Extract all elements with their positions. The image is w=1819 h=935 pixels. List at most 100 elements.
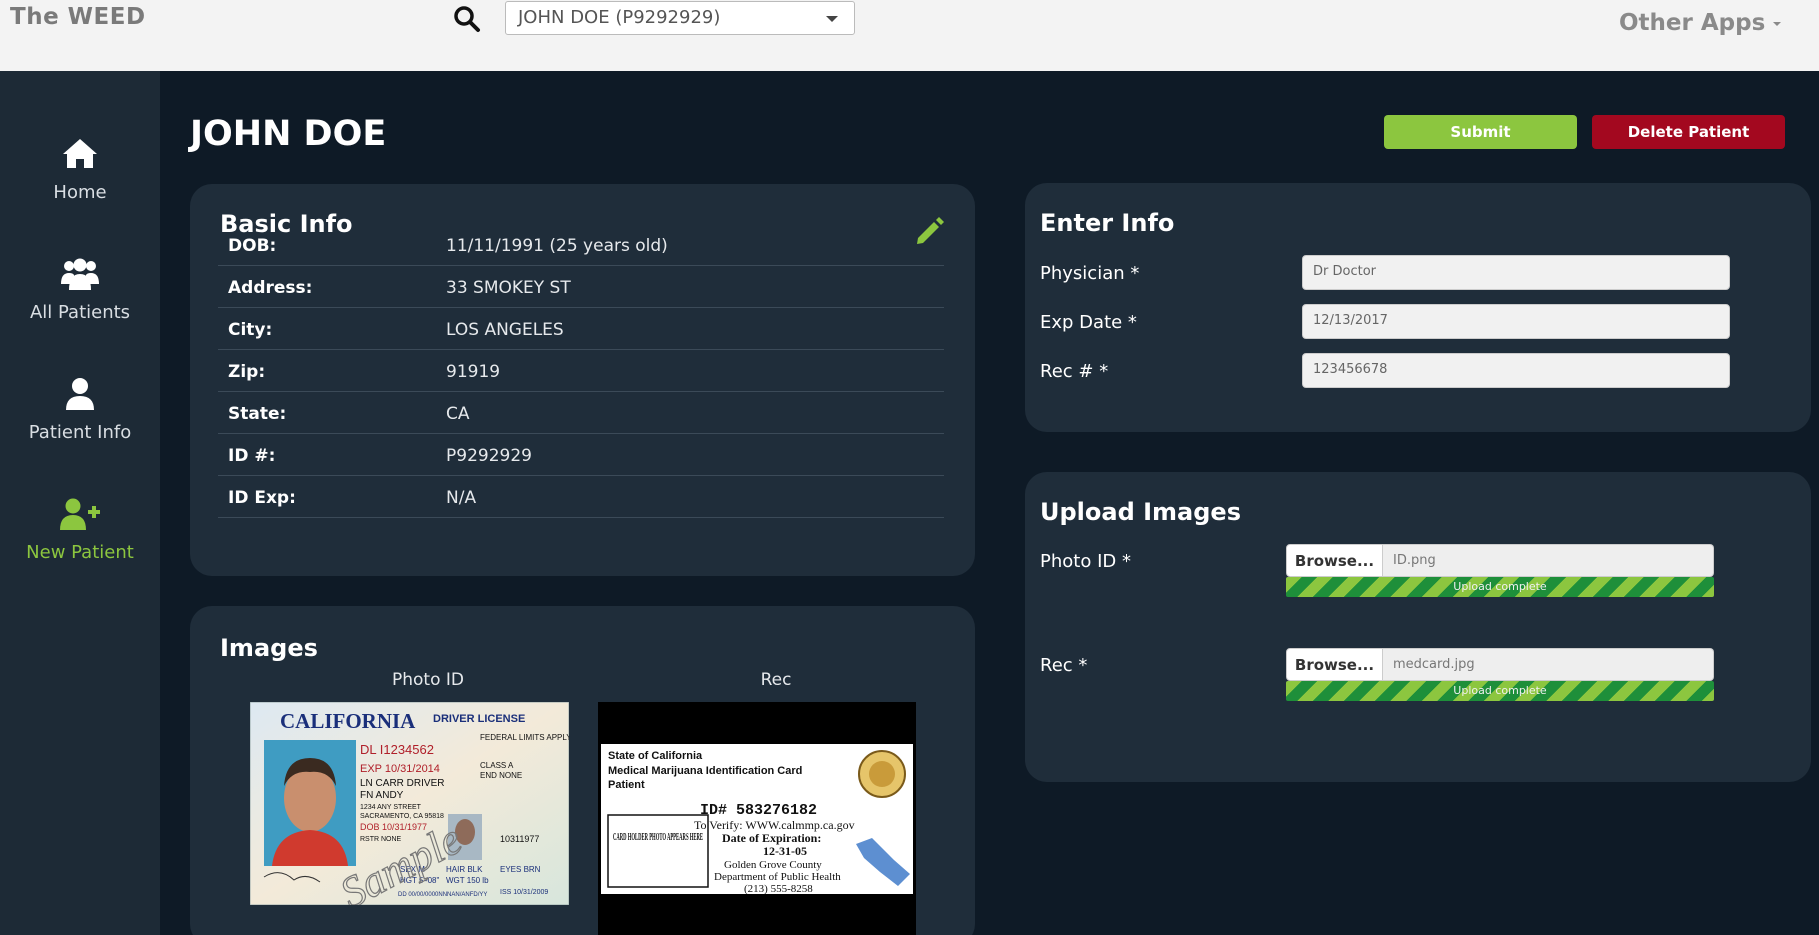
enter-info-title: Enter Info — [1040, 209, 1175, 237]
medcard-state: State of California — [608, 750, 703, 762]
medcard-dept: Department of Public Health — [714, 871, 841, 883]
license-dl: DL I1234562 — [360, 742, 434, 757]
medcard-verify: To Verify: WWW.calmmp.ca.gov — [694, 818, 855, 832]
caret-down-icon — [1773, 21, 1782, 26]
photo-id-file-input[interactable]: Browse... ID.png — [1286, 544, 1714, 577]
exp-date-field[interactable]: 12/13/2017 — [1302, 304, 1730, 339]
rec-file-input[interactable]: Browse... medcard.jpg — [1286, 648, 1714, 681]
sidebar-item-patient-info[interactable]: Patient Info — [0, 374, 160, 443]
info-row-id-number: ID #: P9292929 — [218, 434, 944, 476]
rec-upload-status: Upload complete — [1453, 684, 1547, 697]
medcard-exp-date: 12-31-05 — [763, 844, 807, 858]
info-value: 33 SMOKEY ST — [446, 278, 571, 298]
license-fn: FN ANDY — [360, 790, 404, 801]
info-row-address: Address: 33 SMOKEY ST — [218, 266, 944, 308]
license-wgt: WGT 150 lb — [446, 876, 489, 885]
photo-id-caption: Photo ID — [391, 670, 464, 690]
other-apps-menu[interactable]: Other Apps — [1619, 10, 1782, 36]
medcard-phone: (213) 555-8258 — [744, 883, 813, 895]
photo-id-upload-status: Upload complete — [1453, 580, 1547, 593]
license-restrictions: FEDERAL LIMITS APPLY — [480, 733, 569, 742]
info-key: DOB: — [228, 236, 277, 256]
medcard-county: Golden Grove County — [724, 859, 822, 871]
license-address: 1234 ANY STREET — [360, 804, 422, 811]
info-value: 91919 — [446, 362, 501, 382]
license-type: DRIVER LICENSE — [433, 713, 525, 725]
sidebar-item-new-patient[interactable]: New Patient — [0, 494, 160, 563]
sidebar-item-all-patients[interactable]: All Patients — [0, 254, 160, 323]
rec-image[interactable]: State of California Medical Marijuana Id… — [598, 702, 916, 935]
license-state: CALIFORNIA — [280, 709, 416, 733]
submit-button[interactable]: Submit — [1384, 115, 1577, 149]
enter-info-card: Enter Info Physician * Dr Doctor Exp Dat… — [1025, 183, 1811, 432]
info-value: LOS ANGELES — [446, 320, 564, 340]
info-key: City: — [228, 320, 273, 340]
info-key: State: — [228, 404, 287, 424]
info-value: N/A — [446, 488, 477, 508]
exp-date-label: Exp Date * — [1040, 312, 1137, 333]
photo-id-browse-button[interactable]: Browse... — [1286, 544, 1383, 577]
info-key: Zip: — [228, 362, 266, 382]
medcard-patient: Patient — [608, 779, 645, 791]
info-row-state: State: CA — [218, 392, 944, 434]
page-title: JOHN DOE — [190, 114, 387, 154]
info-key: Address: — [228, 278, 313, 298]
upload-images-card: Upload Images Photo ID * Browse... ID.pn… — [1025, 472, 1811, 782]
other-apps-label: Other Apps — [1619, 10, 1766, 36]
search-icon[interactable] — [452, 4, 482, 34]
rec-upload-label: Rec * — [1040, 655, 1088, 676]
physician-field[interactable]: Dr Doctor — [1302, 255, 1730, 290]
rec-progress-bar: Upload complete — [1286, 681, 1714, 701]
license-end: END NONE — [480, 771, 522, 780]
medcard-title: Medical Marijuana Identification Card — [608, 765, 802, 777]
license-eyes: EYES BRN — [500, 865, 541, 874]
photo-id-file-name: ID.png — [1383, 544, 1714, 577]
rec-number-label: Rec # * — [1040, 361, 1109, 382]
info-row-dob: DOB: 11/11/1991 (25 years old) — [218, 224, 944, 266]
medcard-exp-label: Date of Expiration: — [722, 831, 821, 845]
sidebar: Home All Patients Patient Info New Patie… — [0, 71, 160, 935]
delete-patient-button[interactable]: Delete Patient — [1592, 115, 1785, 149]
user-icon — [66, 378, 94, 410]
rec-number-field[interactable]: 123456678 — [1302, 353, 1730, 388]
license-dd: DD 00/00/0000NNNAN/ANFD/YY — [398, 892, 487, 898]
images-card: Images Photo ID Rec CALIFORNIA DRIVER LI… — [190, 606, 975, 935]
license-exp: EXP 10/31/2014 — [360, 763, 440, 775]
info-row-city: City: LOS ANGELES — [218, 308, 944, 350]
patient-select-value: JOHN DOE (P9292929) — [518, 7, 721, 28]
info-value: P9292929 — [446, 446, 532, 466]
patient-select[interactable]: JOHN DOE (P9292929) — [505, 1, 855, 35]
rec-file-name: medcard.jpg — [1383, 648, 1714, 681]
physician-label: Physician * — [1040, 263, 1140, 284]
users-icon — [61, 258, 99, 290]
app-brand[interactable]: The WEED — [10, 4, 146, 30]
rec-caption: Rec — [760, 670, 792, 690]
sidebar-item-label: New Patient — [26, 542, 134, 563]
basic-info-card: Basic Info DOB: 11/11/1991 (25 years old… — [190, 184, 975, 576]
info-value: 11/11/1991 (25 years old) — [446, 236, 668, 256]
sidebar-item-label: Patient Info — [28, 422, 132, 443]
license-number: 10311977 — [500, 834, 539, 844]
license-iss: ISS 10/31/2009 — [500, 889, 548, 896]
license-ln: LN CARR DRIVER — [360, 778, 444, 789]
user-plus-icon — [60, 498, 100, 530]
upload-images-title: Upload Images — [1040, 498, 1241, 526]
info-value: CA — [446, 404, 470, 424]
info-key: ID Exp: — [228, 488, 296, 508]
info-key: ID #: — [228, 446, 276, 466]
license-city: SACRAMENTO, CA 95818 — [360, 813, 444, 820]
photo-id-image[interactable]: CALIFORNIA DRIVER LICENSE DL I1234562 EX… — [250, 702, 569, 905]
info-row-zip: Zip: 91919 — [218, 350, 944, 392]
photo-id-upload-label: Photo ID * — [1040, 551, 1131, 572]
license-class: CLASS A — [480, 761, 514, 770]
medcard-photo-text: CARD HOLDER PHOTO APPEARS HERE — [613, 832, 703, 843]
sidebar-item-label: Home — [53, 182, 107, 203]
rec-browse-button[interactable]: Browse... — [1286, 648, 1383, 681]
info-row-id-exp: ID Exp: N/A — [218, 476, 944, 518]
medcard-id: ID# 583276182 — [700, 802, 817, 819]
top-bar: The WEED JOHN DOE (P9292929) Other Apps — [0, 0, 1819, 71]
sidebar-item-home[interactable]: Home — [0, 134, 160, 203]
chevron-down-icon — [826, 16, 838, 22]
images-title: Images — [220, 634, 318, 662]
photo-id-progress-bar: Upload complete — [1286, 577, 1714, 597]
